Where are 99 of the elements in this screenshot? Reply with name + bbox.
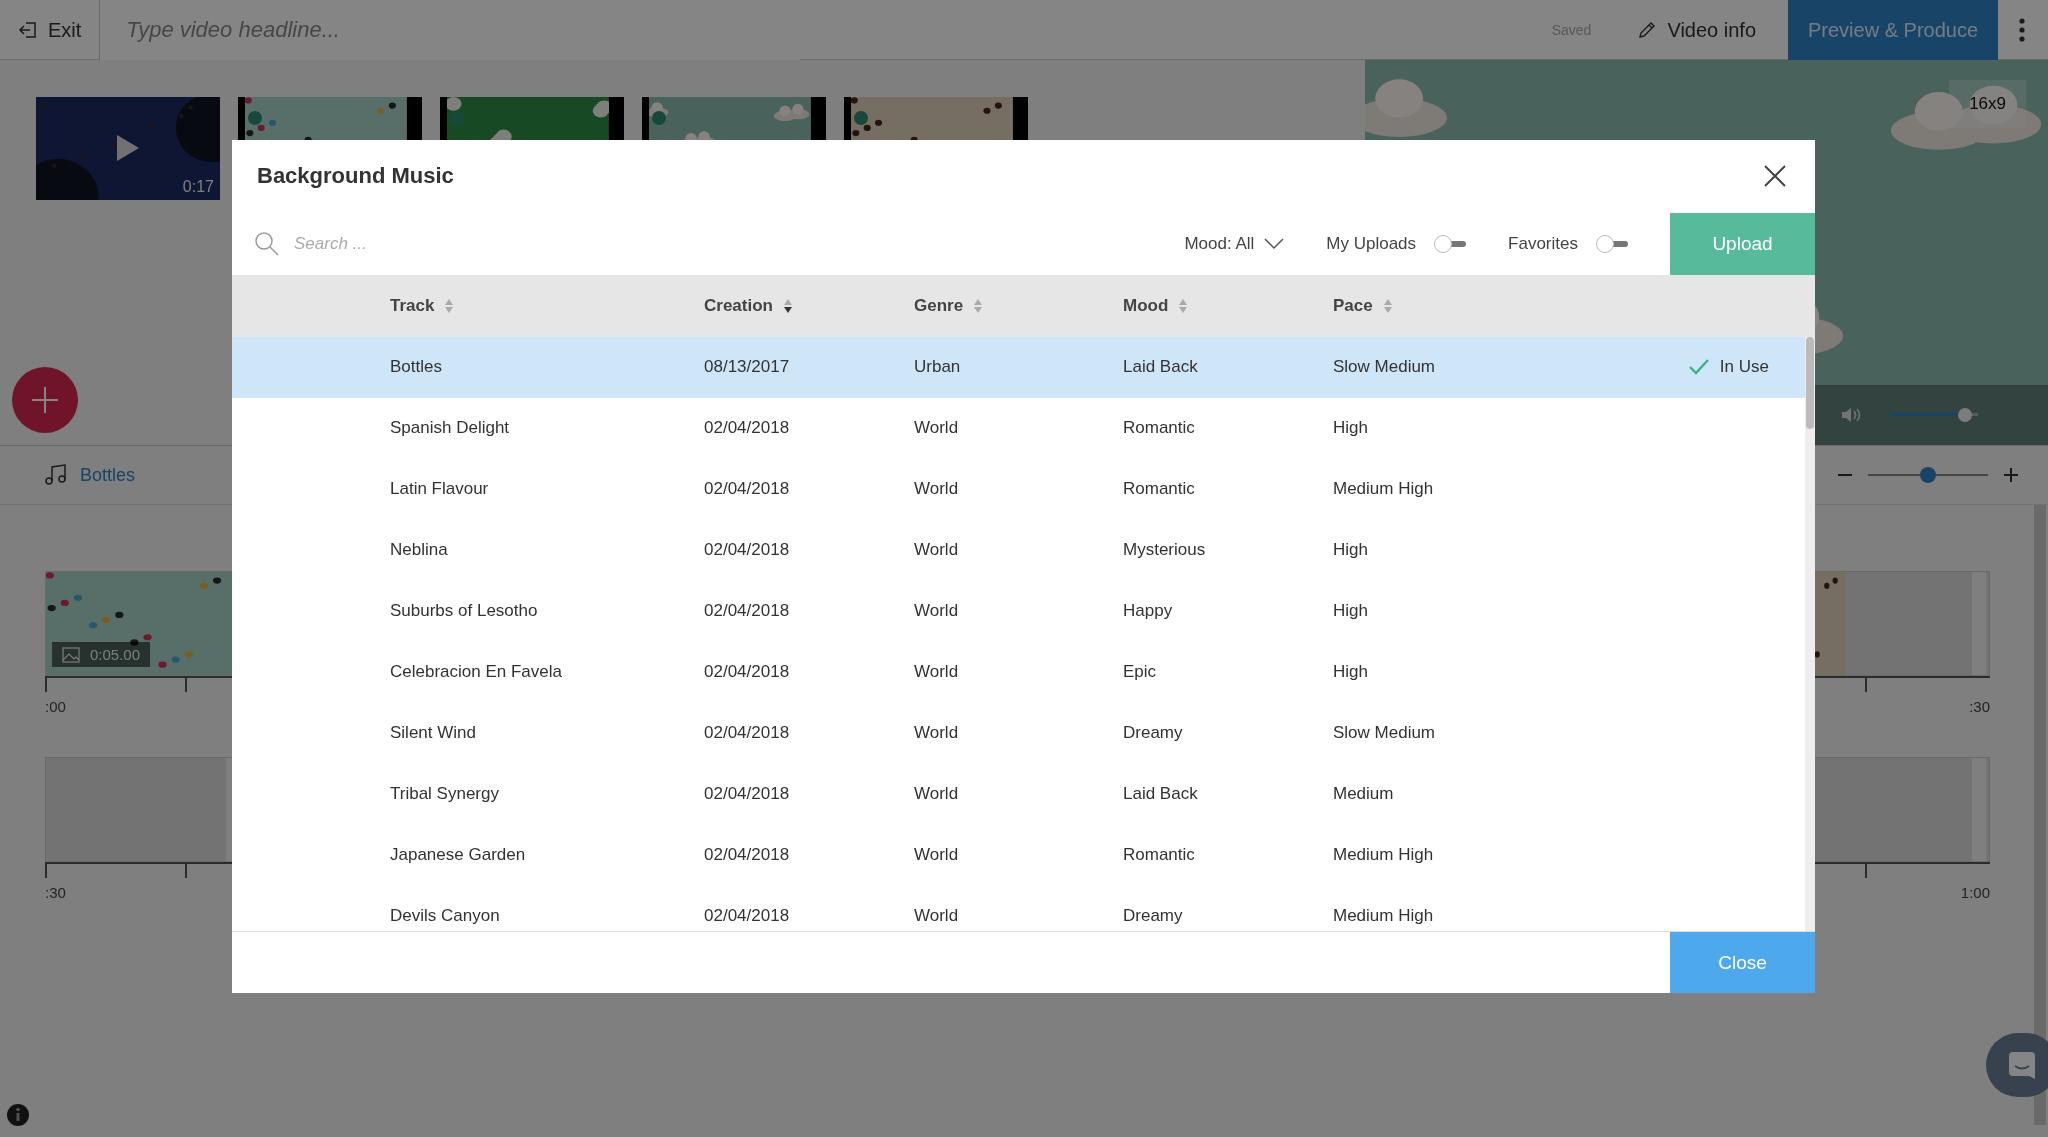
close-icon[interactable] [1763, 164, 1787, 189]
track-row[interactable]: Bottles 08/13/2017 Urban Laid Back Slow Medium In Use [232, 336, 1805, 398]
table-cell-text: Bottles [390, 357, 443, 378]
table-cell-text: 02/04/2018 [704, 662, 791, 683]
table-cell-text: Romantic [1123, 479, 1196, 500]
track-row[interactable]: Latin Flavour 02/04/2018 World Romantic Medium High [232, 458, 1805, 520]
table-cell-text: 02/04/2018 [704, 540, 791, 561]
check-icon [1687, 358, 1710, 377]
table-cell-text: 02/04/2018 [704, 906, 791, 927]
table-cell-text: 02/04/2018 [704, 479, 791, 500]
chat-button[interactable] [1986, 1033, 2048, 1097]
table-cell-text: Romantic [1123, 845, 1196, 866]
track-row[interactable]: Japanese Garden 02/04/2018 World Romantic Medium High [232, 824, 1805, 886]
table-cell-text: World [914, 418, 960, 439]
chat-icon [2007, 1050, 2037, 1080]
column-header[interactable]: Mood [1123, 295, 1189, 316]
table-cell-text: World [914, 479, 960, 500]
table-cell-text: Epic [1123, 662, 1158, 683]
table-cell-text: 02/04/2018 [704, 784, 791, 805]
table-cell-text: Suburbs of Lesotho [390, 601, 539, 622]
more-menu-icon[interactable] [2018, 17, 2026, 43]
table-cell-text: Urban [914, 357, 962, 378]
table-cell-text: World [914, 723, 960, 744]
track-row[interactable]: Silent Wind 02/04/2018 World Dreamy Slow Medium [232, 702, 1805, 764]
table-cell-text: Spanish Delight [390, 418, 511, 439]
time-label: :00 [45, 698, 66, 715]
table-cell-text: Neblina [390, 540, 449, 561]
track-row[interactable]: Tribal Synergy 02/04/2018 World Laid Back Medium [232, 763, 1805, 825]
status-label: In Use [1719, 357, 1769, 378]
info-icon[interactable] [6, 1103, 30, 1127]
table-cell-text: Dreamy [1123, 906, 1184, 927]
table-cell-text: Medium High [1333, 479, 1435, 500]
table-cell-text: Slow Medium [1333, 723, 1437, 744]
table-cell-text: World [914, 845, 960, 866]
music-note-icon [44, 463, 68, 487]
track-row[interactable]: Devils Canyon 02/04/2018 World Dreamy Medium High [232, 885, 1805, 931]
search-icon [254, 230, 280, 257]
table-cell-text: World [914, 784, 960, 805]
dialog-title: Background Music [257, 163, 454, 190]
time-label: :30 [1969, 698, 1990, 715]
volume-icon[interactable] [1840, 405, 1862, 425]
toggle-label: My Uploads [1326, 233, 1417, 254]
table-cell-text: 02/04/2018 [704, 845, 791, 866]
toggle-switch[interactable] [1596, 234, 1628, 253]
clip-duration-text: 0:05.00 [90, 646, 141, 663]
table-cell-text: Laid Back [1123, 784, 1199, 805]
time-label: :30 [45, 884, 66, 901]
table-cell-text: Slow Medium [1333, 357, 1437, 378]
time-label: 1:00 [1960, 884, 1990, 901]
column-header[interactable]: Pace [1333, 295, 1393, 316]
scene-duration: 0:17 [182, 178, 214, 196]
table-cell-text: Latin Flavour [390, 479, 490, 500]
table-cell-text: 02/04/2018 [704, 418, 791, 439]
zoom-out-icon[interactable] [1838, 473, 1852, 477]
table-cell-text: High [1333, 418, 1369, 439]
column-header[interactable]: Track [390, 295, 455, 316]
table-cell-text: World [914, 540, 960, 561]
track-row[interactable]: Spanish Delight 02/04/2018 World Romantic High [232, 397, 1805, 459]
table-cell-text: Laid Back [1123, 357, 1199, 378]
table-cell-text: High [1333, 601, 1369, 622]
track-row[interactable]: Suburbs of Lesotho 02/04/2018 World Happy High [232, 580, 1805, 642]
scrollbar[interactable] [2034, 505, 2046, 1125]
scrollbar[interactable] [1805, 336, 1815, 931]
table-cell-text: High [1333, 662, 1369, 683]
table-cell-text: Medium High [1333, 906, 1435, 927]
table-cell-text: Medium High [1333, 845, 1435, 866]
table-cell-text: 02/04/2018 [704, 601, 791, 622]
track-row[interactable]: Neblina 02/04/2018 World Mysterious High [232, 519, 1805, 581]
search-field[interactable]: Search ... [254, 224, 716, 263]
table-cell-text: 02/04/2018 [704, 723, 791, 744]
table-cell-text: World [914, 601, 960, 622]
play-icon[interactable] [115, 133, 141, 163]
table-cell-text: 08/13/2017 [704, 357, 791, 378]
image-icon [62, 646, 80, 663]
track-row[interactable]: Celebracion En Favela 02/04/2018 World Epic High [232, 641, 1805, 703]
scene-thumbnail[interactable]: 0:17 [36, 97, 220, 200]
table-cell-text: Japanese Garden [390, 845, 527, 866]
table-cell-text: Celebracion En Favela [390, 662, 563, 683]
table-cell-text: Silent Wind [390, 723, 477, 744]
column-header[interactable]: Creation [704, 295, 793, 316]
table-cell-text: Dreamy [1123, 723, 1184, 744]
table-cell-text: Romantic [1123, 418, 1196, 439]
video-info-button[interactable]: Video info [1631, 17, 1762, 43]
table-cell-text: Happy [1123, 601, 1174, 622]
mood-dropdown[interactable]: Mood: All [1178, 232, 1291, 255]
chevron-down-icon [1264, 237, 1285, 250]
table-cell-text: Medium [1333, 784, 1395, 805]
toggle-switch[interactable] [1434, 234, 1467, 253]
plus-icon [30, 385, 60, 415]
table-cell-text: Mysterious [1123, 540, 1207, 561]
zoom-in-icon[interactable] [2004, 468, 2018, 482]
table-cell-text: World [914, 906, 960, 927]
column-header[interactable]: Genre [914, 295, 984, 316]
table-cell-text: Tribal Synergy [390, 784, 500, 805]
table-cell-text: Devils Canyon [390, 906, 501, 927]
table-cell-text: High [1333, 540, 1369, 561]
table-cell-text: World [914, 662, 960, 683]
exit-icon [18, 20, 38, 40]
toggle-label: Favorites [1508, 233, 1578, 254]
